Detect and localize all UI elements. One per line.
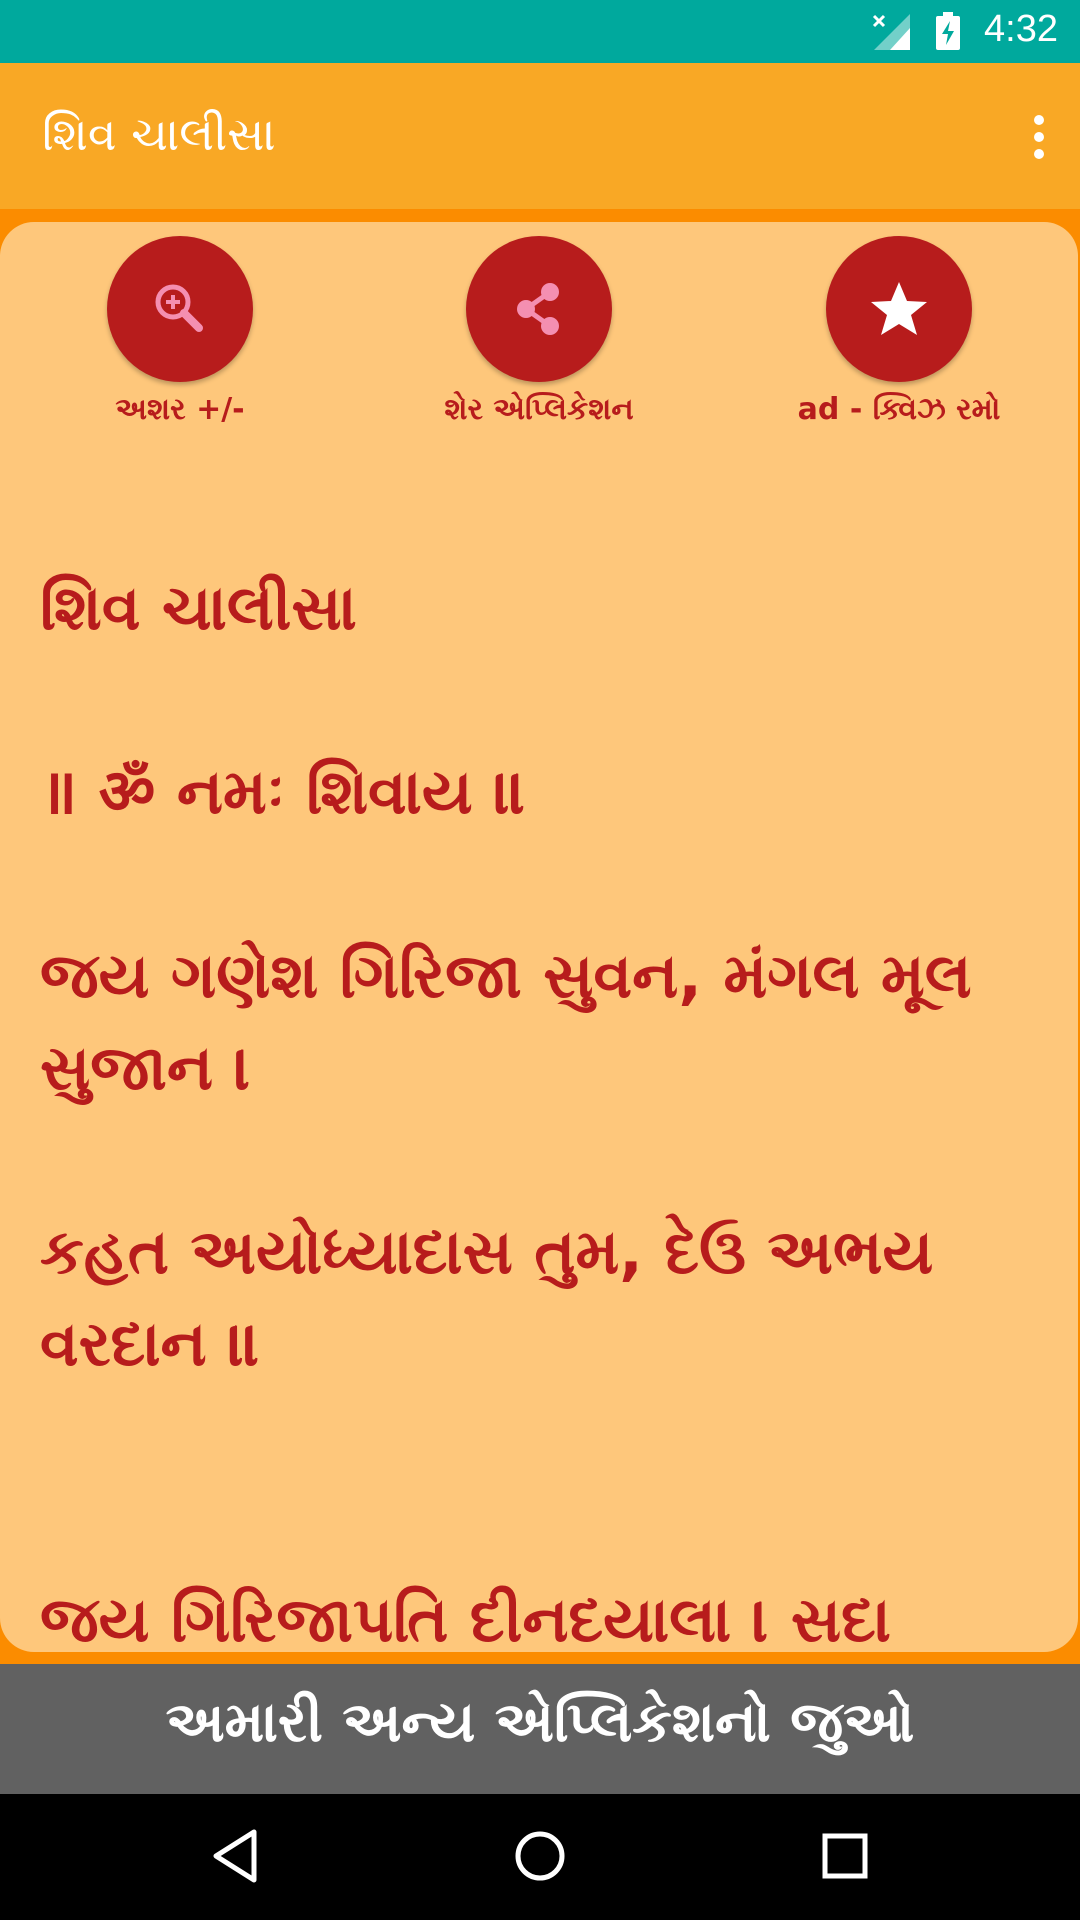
- overflow-menu-icon[interactable]: [1034, 115, 1044, 166]
- back-icon[interactable]: [210, 1828, 260, 1884]
- quiz-ad-button-circle[interactable]: [826, 236, 972, 382]
- share-app-label: શેર એપ્લિકેશન: [444, 392, 634, 427]
- quiz-ad-label: ad - ક્વિઝ રમો: [797, 392, 1001, 427]
- app-title: શિવ ચાલીસા: [42, 107, 276, 161]
- navigation-bar: [0, 1794, 1080, 1920]
- recents-icon[interactable]: [820, 1828, 870, 1884]
- other-apps-banner[interactable]: અમારી અન્ય એપ્લિકેશનો જુઓ: [0, 1664, 1080, 1794]
- text-heading: શિવ ચાલીસા: [40, 571, 357, 644]
- star-icon: [871, 282, 927, 335]
- action-row: અશર +/- શેર એપ્લિકેશન ad - ક્વિઝ રમો: [0, 236, 1078, 427]
- content-card: અશર +/- શેર એપ્લિકેશન ad - ક્વિઝ રમો શિવ…: [0, 222, 1078, 1652]
- other-apps-label: અમારી અન્ય એપ્લિકેશનો જુઓ: [165, 1690, 915, 1755]
- zoom-in-icon: [155, 284, 203, 332]
- status-bar: 4:32: [0, 0, 1080, 63]
- share-app-button-circle[interactable]: [466, 236, 612, 382]
- share-icon: [517, 283, 559, 335]
- battery-charging-icon: [936, 12, 960, 50]
- verse-line: ॥ ॐ નમઃ શિવાય ॥: [40, 755, 527, 828]
- quiz-ad-button[interactable]: ad - ક્વિઝ રમો: [749, 236, 1049, 427]
- chalisa-text: શિવ ચાલીસા ॥ ॐ નમઃ શિવાય ॥ જય ગણેશ ગિરિજ…: [40, 562, 1050, 1652]
- home-icon[interactable]: [513, 1828, 567, 1884]
- verse-line: કહત અયોધ્યાદાસ તુમ, દેઉ અભય વરદાન ॥: [40, 1215, 934, 1380]
- font-size-label: અશર +/-: [115, 392, 245, 427]
- share-app-button[interactable]: શેર એપ્લિકેશન: [389, 236, 689, 427]
- font-size-button[interactable]: અશર +/-: [30, 236, 330, 427]
- clock: 4:32: [984, 8, 1058, 50]
- signal-icon: [872, 14, 910, 50]
- verse-line: જય ગિરિજાપતિ દીનદયાલા । સદા: [40, 1583, 891, 1652]
- app-bar: શિવ ચાલીસા: [0, 63, 1080, 209]
- content-area: અશર +/- શેર એપ્લિકેશન ad - ક્વિઝ રમો શિવ…: [0, 209, 1080, 1664]
- font-size-button-circle[interactable]: [107, 236, 253, 382]
- verse-line: જય ગણેશ ગિરિજા સુવન, મંગલ મૂલ સુજાન ।: [40, 939, 972, 1104]
